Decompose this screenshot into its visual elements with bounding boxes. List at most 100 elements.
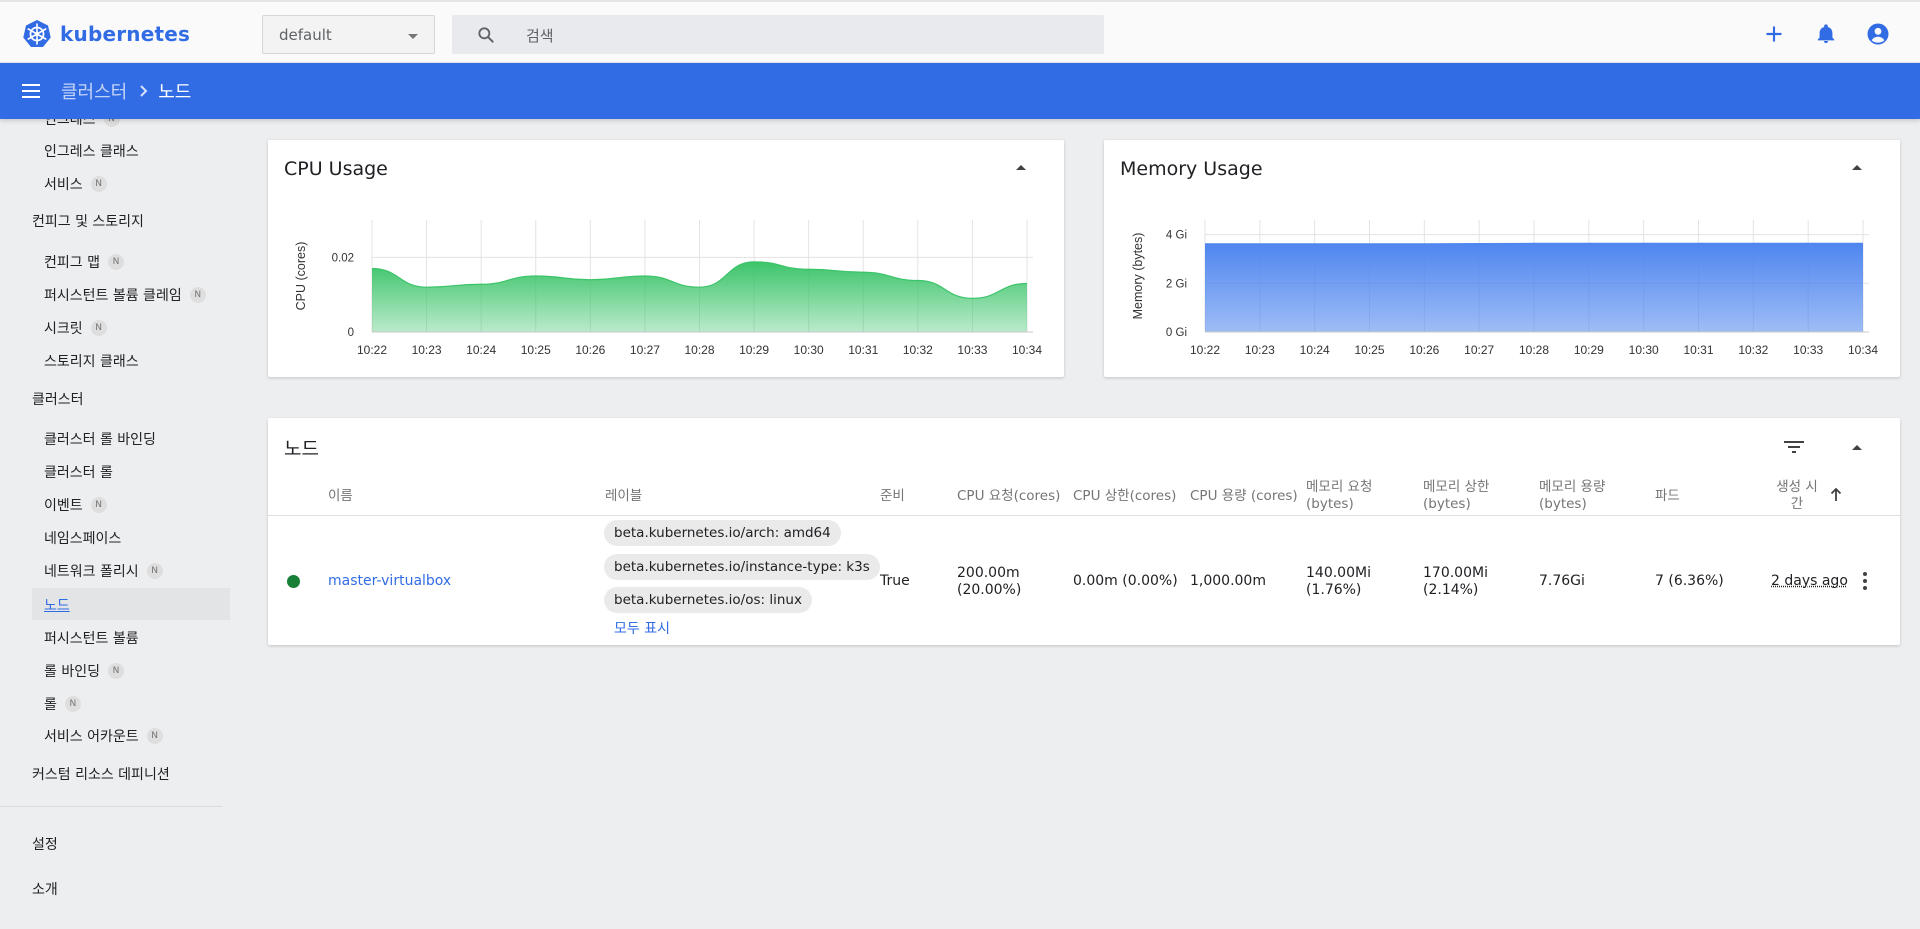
column-header-cpu-requests: CPU 요청(cores) <box>957 488 1061 504</box>
column-header-pods: 파드 <box>1655 488 1680 504</box>
x-tick-label: 10:34 <box>1012 343 1042 357</box>
column-header-memory-requests: 메모리 요청 (bytes) <box>1306 479 1372 513</box>
x-tick-label: 10:29 <box>739 343 769 357</box>
value-line: 170.00Mi <box>1423 565 1488 581</box>
sidebar-item-ingress[interactable]: 인그레스 N <box>44 119 120 129</box>
x-tick-label: 10:26 <box>575 343 605 357</box>
header-line: 메모리 용량 <box>1539 479 1606 495</box>
add-icon[interactable] <box>1762 22 1786 46</box>
sidebar-item-label: 스토리지 클래스 <box>44 354 139 370</box>
show-all-labels-link[interactable]: 모두 표시 <box>614 621 670 638</box>
breadcrumb-bar: 클러스터 노드 <box>0 63 1920 119</box>
x-tick-label: 10:32 <box>1738 343 1768 357</box>
sidebar-item-pvc[interactable]: 퍼시스턴트 볼륨 클레임 N <box>44 285 206 305</box>
x-tick-label: 10:31 <box>848 343 878 357</box>
x-tick-label: 10:32 <box>903 343 933 357</box>
sidebar-item-nodes[interactable]: 노드 <box>44 595 70 615</box>
sidebar-item-secrets[interactable]: 시크릿 N <box>44 318 107 338</box>
y-axis-label: Memory (bytes) <box>1131 233 1145 320</box>
namespace-selector[interactable]: default <box>262 15 435 54</box>
sidebar-item-label: 클러스터 롤 <box>44 465 113 481</box>
value-line: (2.14%) <box>1423 582 1479 598</box>
x-tick-label: 10:25 <box>1354 343 1384 357</box>
breadcrumb-parent[interactable]: 클러스터 <box>61 78 127 104</box>
x-tick-label: 10:33 <box>957 343 987 357</box>
ready-value: True <box>880 573 910 589</box>
header-line: 생성 시 <box>1776 479 1818 495</box>
sidebar-item-ingress-class[interactable]: 인그레스 클래스 <box>44 141 139 161</box>
more-vert-icon[interactable] <box>1862 571 1868 595</box>
column-header-name[interactable]: 이름 <box>328 488 353 505</box>
x-tick-label: 10:22 <box>357 343 387 357</box>
y-axis-label: CPU (cores) <box>294 242 308 311</box>
sidebar-item-network-policies[interactable]: 네트워크 폴리시 N <box>44 561 163 581</box>
sidebar-item-roles[interactable]: 롤N <box>44 694 81 714</box>
created-value[interactable]: 2 days ago <box>1771 573 1848 590</box>
value-line: 140.00Mi <box>1306 565 1371 581</box>
new-badge: N <box>107 254 124 270</box>
top-toolbar: kubernetes default 검색 <box>0 0 1920 63</box>
column-header-cpu-capacity: CPU 용량 (cores) <box>1190 488 1298 504</box>
x-tick-label: 10:28 <box>1519 343 1549 357</box>
hamburger-menu-icon[interactable] <box>21 81 43 105</box>
sidebar-item-service-accounts[interactable]: 서비스 어카운트 N <box>44 726 163 746</box>
x-tick-label: 10:26 <box>1409 343 1439 357</box>
status-ready-icon <box>287 575 300 588</box>
cpu-usage-chart: 10:22 10:23 10:24 10:25 10:26 10:27 10:28 10:29… <box>294 220 1042 357</box>
filter-icon[interactable] <box>1784 440 1804 458</box>
sidebar-section-crd[interactable]: 커스텀 리소스 데피니션 <box>32 764 170 784</box>
sidebar-item-settings[interactable]: 설정 <box>32 834 58 854</box>
cpu-capacity-value: 1,000.00m <box>1190 573 1266 589</box>
x-tick-label: 10:22 <box>1190 343 1220 357</box>
sidebar-item-label: 네임스페이스 <box>44 531 122 547</box>
column-header-created[interactable]: 생성 시 간 <box>1774 479 1820 513</box>
notifications-bell-icon[interactable] <box>1814 22 1838 46</box>
sidebar-item-role-bindings[interactable]: 롤 바인딩 N <box>44 661 124 681</box>
x-tick-label: 10:24 <box>466 343 496 357</box>
kubernetes-logo[interactable]: kubernetes <box>22 19 190 49</box>
sidebar-item-namespaces[interactable]: 네임스페이스 <box>44 528 121 548</box>
memory-limits-value: 170.00Mi (2.14%) <box>1423 565 1488 599</box>
cpu-limits-value: 0.00m (0.00%) <box>1073 573 1178 589</box>
search-bar[interactable]: 검색 <box>452 15 1104 54</box>
x-tick-label: 10:29 <box>1574 343 1604 357</box>
sidebar-section-cluster[interactable]: 클러스터 <box>32 389 84 409</box>
sidebar-item-services[interactable]: 서비스 N <box>44 174 107 194</box>
y-tick-label: 2 Gi <box>1166 278 1187 290</box>
x-tick-label: 10:34 <box>1848 343 1878 357</box>
column-header-cpu-limits: CPU 상한(cores) <box>1073 488 1177 504</box>
sidebar-divider <box>0 806 222 807</box>
x-tick-label: 10:30 <box>794 343 824 357</box>
header-line: 간 <box>1790 496 1804 512</box>
new-badge: N <box>90 497 107 513</box>
breadcrumb-current: 노드 <box>158 82 192 103</box>
sidebar-item-label: 시크릿 <box>44 321 83 337</box>
new-badge: N <box>146 728 163 744</box>
sidebar-item-label: 네트워크 폴리시 <box>44 564 139 580</box>
collapse-arrow-icon[interactable] <box>1852 445 1862 450</box>
new-badge: N <box>189 287 206 303</box>
account-icon[interactable] <box>1866 22 1890 46</box>
search-icon <box>478 27 494 43</box>
sidebar-item-label: 롤 바인딩 <box>44 664 100 680</box>
chevron-right-icon <box>139 84 149 98</box>
sidebar-item-cluster-role-bindings[interactable]: 클러스터 롤 바인딩 <box>44 429 156 449</box>
sidebar-item-persistent-volumes[interactable]: 퍼시스턴트 볼륨 <box>44 628 139 648</box>
value-line: (1.76%) <box>1306 582 1362 598</box>
sidebar-item-cluster-roles[interactable]: 클러스터 롤 <box>44 462 113 482</box>
sidebar-item-label: 인그레스 <box>44 119 96 128</box>
sidebar-item-storage-classes[interactable]: 스토리지 클래스 <box>44 351 139 371</box>
sidebar-item-events[interactable]: 이벤트 N <box>44 495 107 515</box>
sidebar: 인그레스 N 인그레스 클래스 서비스 N 컨피그 및 스토리지 컨피그 맵 N 퍼시… <box>0 119 230 929</box>
node-name-link[interactable]: master-virtualbox <box>328 573 451 590</box>
chevron-down-icon <box>408 34 418 39</box>
sidebar-item-label: 퍼시스턴트 볼륨 <box>44 631 139 647</box>
sidebar-item-config-maps[interactable]: 컨피그 맵 N <box>44 252 124 272</box>
kubernetes-wheel-icon <box>23 20 51 47</box>
sidebar-section-config-storage[interactable]: 컨피그 및 스토리지 <box>32 211 144 231</box>
sidebar-item-about[interactable]: 소개 <box>32 879 58 899</box>
search-placeholder: 검색 <box>526 27 554 45</box>
column-header-memory-capacity: 메모리 용량 (bytes) <box>1539 479 1605 513</box>
sort-arrow-up-icon[interactable] <box>1830 487 1842 506</box>
memory-usage-card: Memory Usage 10:22 10:23 10:24 10:25 10:26 10… <box>1104 140 1900 377</box>
